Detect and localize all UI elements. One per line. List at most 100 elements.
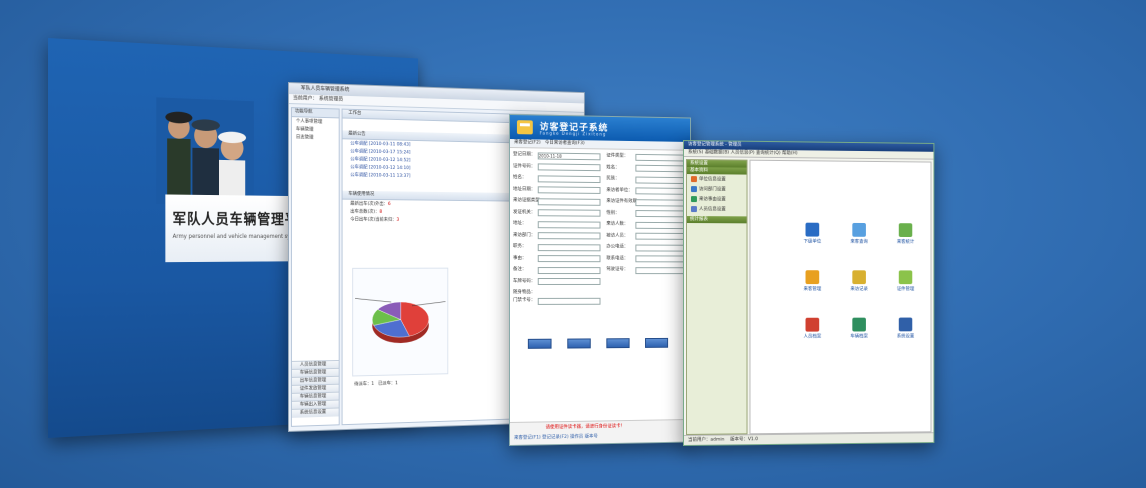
- form-input[interactable]: [537, 186, 601, 194]
- form-input[interactable]: [537, 209, 601, 217]
- chart-legend: 待派车：1 已派车：1: [354, 380, 398, 387]
- form-label: 性别：: [606, 210, 620, 216]
- sidebar-item[interactable]: 人员信息设置: [687, 204, 747, 214]
- sidebar-item-label: 访问部门设置: [698, 187, 726, 193]
- legend-item: 待派车：1: [354, 381, 375, 388]
- menu-item[interactable]: 基础数据(B): [705, 150, 729, 155]
- stat-label: 最新出车(次)外出：: [350, 201, 388, 207]
- pie-leader-line: [355, 298, 391, 302]
- tile-icon: [805, 317, 820, 332]
- form-input[interactable]: [537, 220, 601, 229]
- sidebar-item[interactable]: 日志管理: [292, 133, 339, 142]
- tile-icon: [805, 222, 820, 237]
- form-input[interactable]: [537, 197, 601, 206]
- form-label: 姓名：: [606, 164, 620, 170]
- pie-chart-box: [352, 267, 449, 377]
- tile-icon: [852, 317, 866, 332]
- action-button[interactable]: [645, 337, 669, 348]
- tile-label: 系统设置: [896, 334, 915, 340]
- form-input[interactable]: [635, 255, 686, 263]
- action-button[interactable]: [527, 338, 552, 349]
- badge-icon: [516, 120, 533, 135]
- menu-bar: 系统(S) 基础数据(B) 人员信息(P) 查询统计(Q) 帮助(H): [683, 149, 934, 160]
- dashboard-tile[interactable]: 车辆档案: [843, 317, 876, 340]
- tile-icon: [898, 317, 913, 332]
- sidebar-section[interactable]: 系统信息设置: [291, 407, 339, 418]
- tab-register[interactable]: 来客登记(F2): [514, 140, 541, 145]
- form-input[interactable]: [537, 163, 601, 172]
- menu-user-value[interactable]: 系统管理员: [319, 96, 343, 103]
- dashboard-tile[interactable]: 系统设置: [889, 317, 922, 340]
- sidebar-header[interactable]: 统计报表: [686, 216, 747, 224]
- form-label: 门禁卡号：: [512, 297, 536, 303]
- form-label: 登记日期：: [512, 152, 536, 158]
- person-icon: [690, 206, 697, 213]
- reason-icon: [690, 196, 697, 203]
- form-input[interactable]: [635, 176, 686, 184]
- form-input[interactable]: [537, 255, 601, 263]
- tile-icon: [898, 270, 913, 285]
- status-user: 当前用户：admin: [687, 437, 725, 443]
- form-input[interactable]: [537, 266, 601, 274]
- dashboard-tile[interactable]: 来客统计: [889, 223, 922, 245]
- visitor-tabs: 来客登记(F2) 今日来访者查询(F3): [509, 139, 691, 151]
- pie-leader-line: [412, 302, 446, 306]
- stat-label: 出车总数(次)：: [350, 209, 380, 215]
- form-input[interactable]: [537, 232, 601, 240]
- menu-item[interactable]: 人员信息(P): [731, 151, 755, 156]
- form-label: 来访部门：: [512, 232, 536, 238]
- menu-item[interactable]: 查询统计(Q): [756, 151, 781, 156]
- form-input[interactable]: [635, 164, 686, 173]
- form-input[interactable]: 2010-11-18: [537, 151, 601, 160]
- action-button[interactable]: [567, 338, 591, 349]
- tile-icon: [852, 270, 866, 285]
- form-input[interactable]: [537, 278, 601, 285]
- department-icon: [690, 186, 697, 193]
- form-label: 办公电话：: [606, 244, 629, 250]
- tile-label: 下级单位: [803, 239, 822, 245]
- dashboard-tile[interactable]: 来客查询: [843, 222, 876, 245]
- form-label: 民族：: [606, 176, 620, 182]
- sidebar: 功能导航 个人事项管理 车辆管理 日志管理 人员信息管理 车辆信息管理 出车信息…: [290, 107, 340, 427]
- footer-warning: 请使用证件读卡器，请进行身份证读卡！: [545, 424, 625, 431]
- menu-user-label[interactable]: 当前用户：: [293, 95, 317, 102]
- form-label: 事由：: [512, 255, 527, 261]
- sidebar-item-label: 单位信息设置: [698, 177, 726, 183]
- form-input[interactable]: [537, 174, 601, 183]
- form-input[interactable]: [635, 198, 686, 207]
- tab-query[interactable]: 今日来访者查询(F3): [545, 141, 585, 147]
- dashboard-tile[interactable]: 来访记录: [843, 270, 876, 292]
- form-input[interactable]: [537, 243, 601, 251]
- form-input[interactable]: [635, 266, 686, 274]
- form-label: 备注：: [512, 267, 527, 273]
- sidebar: 系统设置 基本资料 单位信息设置 访问部门设置 来访事由设置 人员信息设置 统计…: [685, 159, 748, 435]
- dashboard-tile[interactable]: 下级单位: [796, 222, 829, 245]
- tile-label: 来客查询: [850, 239, 868, 245]
- visitor-subtitle: Fangke Dengji Zixitong: [539, 130, 607, 137]
- menu-item[interactable]: 系统(S): [688, 150, 703, 155]
- sidebar-item[interactable]: 单位信息设置: [687, 174, 747, 185]
- card-input[interactable]: [537, 297, 601, 305]
- menu-item[interactable]: 帮助(H): [782, 151, 798, 156]
- dashboard-tile[interactable]: 人员档案: [796, 317, 829, 340]
- visitor-management-window: 访客登记管理系统 - 管理员 系统(S) 基础数据(B) 人员信息(P) 查询统…: [683, 140, 935, 446]
- form-input[interactable]: [635, 210, 686, 218]
- dashboard-tile[interactable]: 证件管理: [889, 270, 922, 292]
- form-input[interactable]: [635, 187, 686, 195]
- soldiers-image: [156, 97, 254, 205]
- sidebar-item[interactable]: 来访事由设置: [687, 194, 747, 204]
- form-input[interactable]: [635, 221, 686, 229]
- form-label: 来访人数：: [606, 221, 629, 227]
- stat-value: 6: [387, 202, 391, 208]
- tile-label: 车辆档案: [850, 334, 868, 340]
- form-input[interactable]: [635, 244, 686, 252]
- form-input[interactable]: [635, 153, 686, 162]
- footer-info-item: 来客登记(F1): [513, 435, 541, 441]
- dashboard-tile[interactable]: 来客管理: [796, 270, 829, 292]
- form-label: 来访者单位：: [606, 187, 633, 193]
- sidebar-item[interactable]: 访问部门设置: [687, 184, 747, 194]
- form-input[interactable]: [635, 232, 686, 240]
- tile-label: 人员档案: [803, 334, 822, 340]
- action-button[interactable]: [606, 338, 630, 349]
- form-label: 证件类型：: [606, 153, 629, 159]
